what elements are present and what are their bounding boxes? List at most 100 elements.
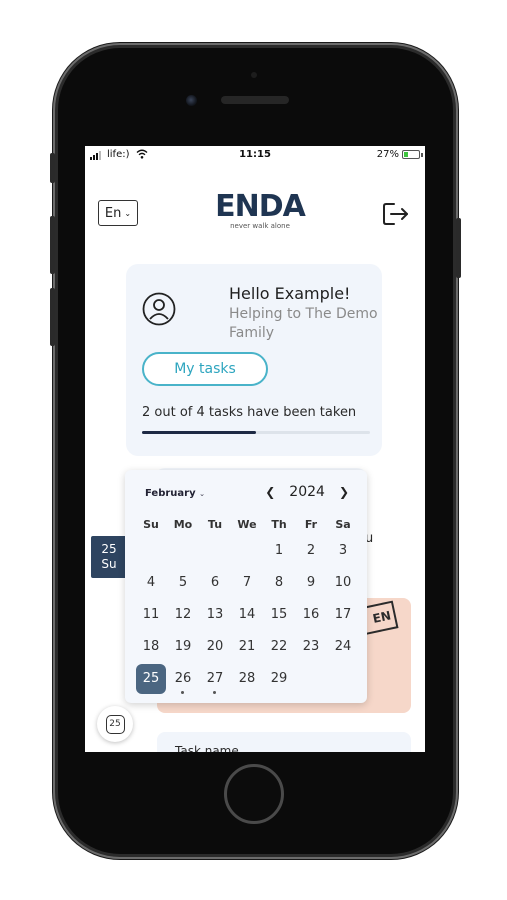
calendar-day[interactable]: 20 <box>199 631 231 663</box>
calendar-day[interactable]: 2 <box>295 535 327 567</box>
calendar-day[interactable]: 29 <box>263 663 295 695</box>
language-label: En <box>104 205 122 221</box>
calendar-day-number: 27 <box>206 671 224 686</box>
logout-icon[interactable] <box>381 201 411 227</box>
front-camera <box>186 95 197 106</box>
volume-down-button <box>50 288 55 346</box>
weekday-header: Tu <box>207 518 223 531</box>
hello-card: Hello Example! Helping to The Demo Famil… <box>126 264 382 456</box>
mute-switch <box>50 153 55 183</box>
calendar-day[interactable]: 15 <box>263 599 295 631</box>
calendar-grid: Su Mo Tu We Th Fr Sa 1 2 3 4 5 6 7 8 9 10 11 12 13 14 15 16 17 1… <box>135 515 359 695</box>
weekday-header: Th <box>271 518 287 531</box>
calendar-day[interactable]: 24 <box>327 631 359 663</box>
date-picker: February ⌄ ❮ 2024 ❯ Su Mo Tu We Th Fr Sa 1 2 3 4 5 6… <box>125 470 367 703</box>
calendar-day[interactable]: 8 <box>263 567 295 599</box>
calendar-day-number: 4 <box>146 575 156 590</box>
battery-icon <box>402 150 420 159</box>
hello-subtitle: Helping to The Demo Family <box>229 306 378 341</box>
logo-wordmark: ENDA <box>205 190 315 224</box>
calendar-day-number: 26 <box>174 671 192 686</box>
calendar-fab-button[interactable]: 25 <box>97 706 133 742</box>
date-chip[interactable]: 25 Su <box>91 536 127 578</box>
user-avatar-icon <box>142 292 176 326</box>
month-label: February <box>145 488 196 499</box>
progress-text: 2 out of 4 tasks have been taken <box>142 405 357 420</box>
calendar-day-number: 14 <box>238 607 256 622</box>
calendar-empty-cell <box>231 535 263 567</box>
language-select[interactable]: En ⌄ <box>98 200 138 226</box>
calendar-day-selected[interactable]: 25 <box>135 663 167 695</box>
calendar-day[interactable]: 13 <box>199 599 231 631</box>
calendar-day[interactable]: 23 <box>295 631 327 663</box>
next-year-button[interactable]: ❯ <box>339 485 349 499</box>
home-button[interactable] <box>224 764 284 824</box>
app-screen: life:) 11:15 27% En ⌄ ENDA never walk al… <box>85 146 425 752</box>
fab-day-label: 25 <box>109 719 121 729</box>
calendar-day[interactable]: 10 <box>327 567 359 599</box>
calendar-day[interactable]: 26 <box>167 663 199 695</box>
calendar-day-number: 13 <box>206 607 224 622</box>
weekday-header: Su <box>143 518 159 531</box>
battery-level <box>404 152 408 157</box>
calendar-day[interactable]: 18 <box>135 631 167 663</box>
calendar-day-number: 1 <box>274 543 284 558</box>
calendar-day-number: 20 <box>206 639 224 654</box>
chevron-down-icon: ⌄ <box>199 490 205 498</box>
volume-up-button <box>50 216 55 274</box>
calendar-day-number: 23 <box>302 639 320 654</box>
stamp-text: EN <box>371 608 393 626</box>
calendar-day[interactable]: 16 <box>295 599 327 631</box>
calendar-day-number: 11 <box>142 607 160 622</box>
year-label: 2024 <box>289 484 325 500</box>
battery-percent: 27% <box>376 149 399 160</box>
calendar-empty-cell <box>199 535 231 567</box>
date-chip-dow: Su <box>101 557 117 571</box>
calendar-day[interactable]: 11 <box>135 599 167 631</box>
calendar-day[interactable]: 4 <box>135 567 167 599</box>
calendar-empty-cell <box>167 535 199 567</box>
my-tasks-label: My tasks <box>174 361 236 377</box>
month-select[interactable]: February ⌄ <box>145 488 205 499</box>
calendar-day-number: 24 <box>334 639 352 654</box>
calendar-day[interactable]: 14 <box>231 599 263 631</box>
calendar-day-number: 21 <box>238 639 256 654</box>
status-time: 11:15 <box>239 149 271 160</box>
progress-bar <box>142 431 370 434</box>
progress-fill <box>142 431 256 434</box>
calendar-day-number: 6 <box>210 575 220 590</box>
date-chip-day: 25 <box>101 542 117 556</box>
calendar-day-number: 5 <box>178 575 188 590</box>
my-tasks-button[interactable]: My tasks <box>142 352 268 386</box>
calendar-day-number: 8 <box>274 575 284 590</box>
calendar-day-number: 7 <box>242 575 252 590</box>
proximity-sensor <box>251 72 257 78</box>
calendar-day[interactable]: 19 <box>167 631 199 663</box>
calendar-day-number: 10 <box>334 575 352 590</box>
calendar-day[interactable]: 9 <box>295 567 327 599</box>
calendar-day-number: 25 <box>142 671 160 686</box>
logo-text: ENDA <box>215 189 306 224</box>
calendar-day[interactable]: 21 <box>231 631 263 663</box>
chevron-down-icon: ⌄ <box>124 208 132 218</box>
calendar-day-number: 22 <box>270 639 288 654</box>
calendar-day-number: 12 <box>174 607 192 622</box>
earpiece-speaker <box>221 96 289 104</box>
prev-year-button[interactable]: ❮ <box>265 485 275 499</box>
weekday-header: We <box>237 518 257 531</box>
calendar-day[interactable]: 7 <box>231 567 263 599</box>
weekday-header: Fr <box>304 518 318 531</box>
calendar-day[interactable]: 17 <box>327 599 359 631</box>
calendar-day[interactable]: 12 <box>167 599 199 631</box>
calendar-day-number: 17 <box>334 607 352 622</box>
calendar-day[interactable]: 6 <box>199 567 231 599</box>
calendar-day[interactable]: 22 <box>263 631 295 663</box>
app-logo: ENDA never walk alone <box>205 190 315 236</box>
battery-nub <box>421 153 423 157</box>
calendar-day[interactable]: 3 <box>327 535 359 567</box>
calendar-day[interactable]: 28 <box>231 663 263 695</box>
year-nav: ❮ 2024 ❯ <box>265 484 349 500</box>
calendar-day[interactable]: 27 <box>199 663 231 695</box>
calendar-day[interactable]: 5 <box>167 567 199 599</box>
calendar-day[interactable]: 1 <box>263 535 295 567</box>
